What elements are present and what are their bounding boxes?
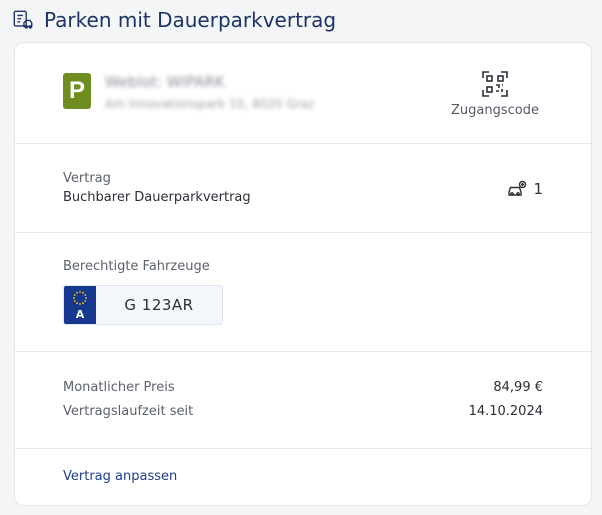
car-icon <box>508 180 527 196</box>
monthly-price-value: 84,99 € <box>493 380 543 395</box>
contract-value: Buchbarer Dauerparkvertrag <box>63 190 251 205</box>
actions-section: Vertrag anpassen <box>15 449 591 505</box>
vehicle-count: 1 <box>507 180 543 198</box>
access-code-label: Zugangscode <box>451 103 539 118</box>
vehicle-count-value: 1 <box>533 180 543 198</box>
plate-eu-band: A <box>64 286 96 324</box>
qr-code-icon <box>482 71 508 97</box>
contract-label: Vertrag <box>63 171 111 186</box>
adjust-contract-link[interactable]: Vertrag anpassen <box>63 469 177 484</box>
plate-number: G 123AR <box>124 296 194 314</box>
plate-country: A <box>75 308 85 321</box>
access-code-button[interactable]: Zugangscode <box>445 71 545 121</box>
location-address: Am Innovationspark 10, 8020 Graz <box>105 97 315 111</box>
eu-stars-icon <box>73 291 87 305</box>
location-section: P Weblot: WIPARK Am Innovationspark 10, … <box>15 43 591 144</box>
parking-logo: P <box>63 73 91 109</box>
location-name: Weblot: WIPARK <box>105 73 225 91</box>
vehicles-section: Berechtigte Fahrzeuge A G 123AR <box>15 233 591 352</box>
contract-card: P Weblot: WIPARK Am Innovationspark 10, … <box>14 42 592 506</box>
page-header: Parken mit Dauerparkvertrag <box>12 6 336 34</box>
license-plate: A G 123AR <box>63 285 223 325</box>
pricing-section: Monatlicher Preis 84,99 € Vertragslaufze… <box>15 352 591 449</box>
page-title: Parken mit Dauerparkvertrag <box>44 8 337 32</box>
vehicles-label: Berechtigte Fahrzeuge <box>63 259 210 274</box>
monthly-price-label: Monatlicher Preis <box>63 380 175 395</box>
parking-contract-icon <box>13 10 33 29</box>
term-value: 14.10.2024 <box>468 404 543 419</box>
term-label: Vertragslaufzeit seit <box>63 404 194 419</box>
contract-section: Vertrag Buchbarer Dauerparkvertrag 1 <box>15 144 591 233</box>
